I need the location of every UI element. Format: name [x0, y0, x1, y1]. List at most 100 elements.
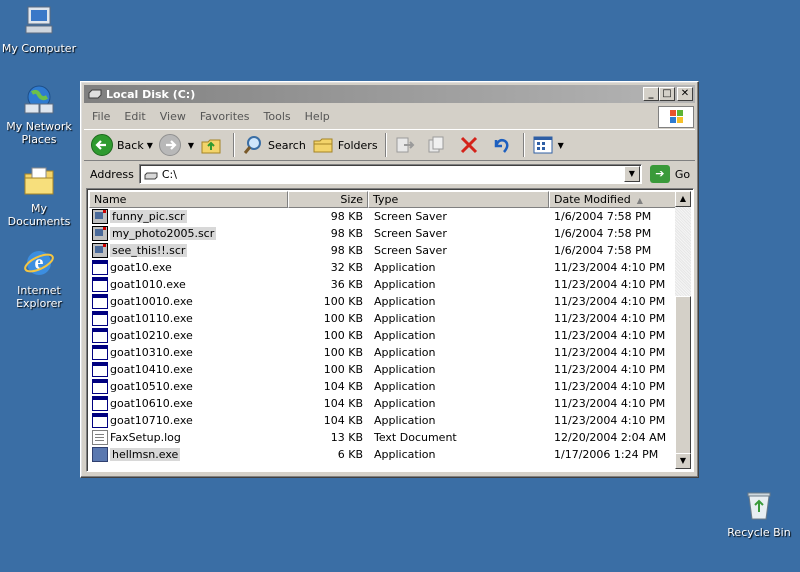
application-icon: [92, 345, 108, 360]
maximize-button[interactable]: □: [659, 87, 675, 101]
scroll-down-icon[interactable]: ▼: [675, 453, 691, 469]
drive-icon: [144, 170, 158, 180]
application-icon: [92, 396, 108, 411]
forward-arrow-icon: [158, 134, 181, 156]
file-type: Application: [374, 295, 436, 308]
chevron-down-icon[interactable]: ▼: [558, 141, 564, 150]
undo-button[interactable]: [487, 132, 519, 158]
forward-button[interactable]: ▼: [156, 132, 197, 158]
application-icon: [92, 260, 108, 275]
chevron-down-icon[interactable]: ▼: [188, 141, 194, 150]
up-folder-button[interactable]: [197, 132, 229, 158]
chevron-down-icon[interactable]: ▼: [623, 166, 640, 182]
table-row[interactable]: goat10310.exe 100 KB Application 11/23/2…: [89, 344, 677, 361]
file-size: 13 KB: [330, 431, 363, 444]
close-button[interactable]: ✕: [677, 87, 693, 101]
file-type: Application: [374, 380, 436, 393]
file-date: 12/20/2004 2:04 AM: [554, 431, 667, 444]
application-icon: [92, 379, 108, 394]
toolbar-separator: [384, 133, 387, 157]
file-date: 11/23/2004 4:10 PM: [554, 414, 666, 427]
table-row[interactable]: my_photo2005.scr 98 KB Screen Saver 1/6/…: [89, 225, 677, 242]
column-header: Name Size Type Date Modified ▲: [89, 191, 677, 208]
scrollbar-thumb[interactable]: [675, 296, 691, 454]
vertical-scrollbar[interactable]: ▲ ▼: [675, 191, 691, 469]
address-label: Address: [90, 167, 134, 181]
file-size: 98 KB: [330, 210, 363, 223]
file-name: FaxSetup.log: [110, 431, 181, 444]
file-size: 6 KB: [337, 448, 363, 461]
column-header-size[interactable]: Size: [288, 191, 368, 208]
views-button[interactable]: ▼: [529, 132, 567, 158]
file-size: 100 KB: [323, 346, 363, 359]
copy-to-button[interactable]: [423, 132, 455, 158]
table-row[interactable]: goat10210.exe 100 KB Application 11/23/2…: [89, 327, 677, 344]
desktop-icon-my-network-places[interactable]: My Network Places: [0, 82, 78, 146]
file-name: goat10.exe: [110, 261, 172, 274]
desktop-icon-internet-explorer[interactable]: e Internet Explorer: [0, 246, 78, 310]
table-row[interactable]: goat10410.exe 100 KB Application 11/23/2…: [89, 361, 677, 378]
scroll-up-icon[interactable]: ▲: [675, 191, 691, 207]
file-size: 100 KB: [323, 312, 363, 325]
menu-view[interactable]: View: [152, 110, 192, 123]
table-row[interactable]: goat10110.exe 100 KB Application 11/23/2…: [89, 310, 677, 327]
desktop-icon-my-computer[interactable]: My Computer: [0, 4, 78, 55]
chevron-down-icon[interactable]: ▼: [147, 141, 153, 150]
column-header-name[interactable]: Name: [89, 191, 288, 208]
screensaver-icon: [92, 209, 108, 224]
delete-button[interactable]: [455, 132, 487, 158]
desktop-icon-my-documents[interactable]: My Documents: [0, 164, 78, 228]
menu-bar: File Edit View Favorites Tools Help: [84, 106, 695, 126]
minimize-button[interactable]: _: [643, 87, 659, 101]
menu-tools[interactable]: Tools: [256, 110, 297, 123]
table-row[interactable]: goat10610.exe 104 KB Application 11/23/2…: [89, 395, 677, 412]
table-row[interactable]: hellmsn.exe 6 KB Application 1/17/2006 1…: [89, 446, 677, 463]
menu-help[interactable]: Help: [297, 110, 336, 123]
file-type: Screen Saver: [374, 227, 447, 240]
file-size: 100 KB: [323, 329, 363, 342]
file-type: Application: [374, 278, 436, 291]
table-row[interactable]: goat10510.exe 104 KB Application 11/23/2…: [89, 378, 677, 395]
file-size: 36 KB: [330, 278, 363, 291]
table-row[interactable]: FaxSetup.log 13 KB Text Document 12/20/2…: [89, 429, 677, 446]
table-row[interactable]: goat10710.exe 104 KB Application 11/23/2…: [89, 412, 677, 429]
file-name: hellmsn.exe: [110, 448, 181, 461]
file-type: Application: [374, 363, 436, 376]
internet-explorer-icon: e: [22, 246, 56, 280]
desktop-icon-recycle-bin[interactable]: Recycle Bin: [720, 488, 798, 539]
table-row[interactable]: funny_pic.scr 98 KB Screen Saver 1/6/200…: [89, 208, 677, 225]
table-row[interactable]: goat1010.exe 36 KB Application 11/23/200…: [89, 276, 677, 293]
go-arrow-icon: ➔: [649, 165, 670, 183]
file-size: 104 KB: [323, 397, 363, 410]
go-button[interactable]: ➔ Go: [649, 165, 690, 183]
file-date: 1/6/2004 7:58 PM: [554, 227, 652, 240]
file-name: goat1010.exe: [110, 278, 186, 291]
table-row[interactable]: goat10.exe 32 KB Application 11/23/2004 …: [89, 259, 677, 276]
file-type: Application: [374, 261, 436, 274]
back-button[interactable]: Back ▼: [88, 132, 156, 158]
column-header-type[interactable]: Type: [368, 191, 549, 208]
menu-favorites[interactable]: Favorites: [192, 110, 256, 123]
search-button[interactable]: Search: [239, 132, 309, 158]
folders-label: Folders: [337, 138, 378, 152]
file-size: 98 KB: [330, 244, 363, 257]
table-row[interactable]: goat10010.exe 100 KB Application 11/23/2…: [89, 293, 677, 310]
delete-x-icon: [458, 134, 480, 156]
file-name: goat10710.exe: [110, 414, 193, 427]
file-name: goat10510.exe: [110, 380, 193, 393]
menu-edit[interactable]: Edit: [116, 110, 151, 123]
search-icon: [242, 134, 264, 156]
menu-file[interactable]: File: [84, 110, 116, 123]
folders-button[interactable]: Folders: [309, 132, 381, 158]
file-size: 100 KB: [323, 363, 363, 376]
move-to-button[interactable]: [391, 132, 423, 158]
column-header-date-modified[interactable]: Date Modified ▲: [549, 191, 677, 208]
folders-icon: [312, 134, 334, 156]
file-date: 11/23/2004 4:10 PM: [554, 312, 666, 325]
my-documents-icon: [22, 164, 56, 198]
address-input[interactable]: C:\ ▼: [138, 164, 642, 184]
table-row[interactable]: see_this!!.scr 98 KB Screen Saver 1/6/20…: [89, 242, 677, 259]
title-bar[interactable]: Local Disk (C:) _ □ ✕: [84, 85, 695, 103]
file-type: Application: [374, 414, 436, 427]
toolbar-separator: [522, 133, 525, 157]
